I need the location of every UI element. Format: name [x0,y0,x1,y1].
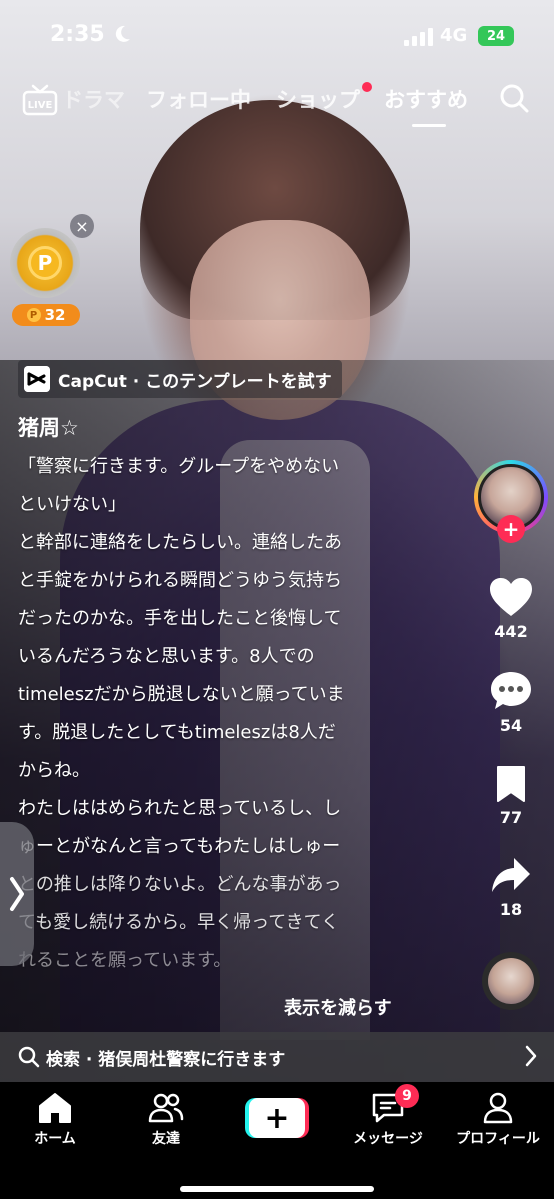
search-icon[interactable] [498,82,530,114]
moon-icon [115,25,130,42]
coin-points: 32 [44,306,66,324]
caption-line: といけない」 [18,494,126,515]
caption-line: す。脱退したとしてもtimeleszは8人だ [18,722,336,743]
points-icon: P [26,308,41,322]
capcut-label: CapCut · このテンプレートを試す [58,371,332,392]
nav-friends[interactable]: 友達 [116,1092,216,1148]
caption-line: わたしははめられたと思っているし、し [18,798,342,819]
chevron-right-icon [10,877,24,911]
create-button[interactable]: + [245,1098,309,1138]
status-time: 2:35 [50,22,105,47]
network-type: 4G [440,25,468,46]
caption-line: れることを願っています。 [18,950,232,971]
share-arrow-icon [492,858,530,892]
nav-home[interactable]: ホーム [5,1092,105,1148]
side-panel-handle[interactable] [0,822,34,966]
caption-line: ても愛し続けるから。早く帰ってきてく [18,912,340,933]
save-count: 77 [499,808,523,827]
friends-icon [148,1093,184,1123]
caption-line: timeleszだから脱退しないと願っていま [18,684,345,705]
like-count: 442 [494,622,528,641]
share-count: 18 [499,900,523,919]
caption-line: と幹部に連絡をしたらしい。連絡したあ [18,532,342,553]
chevron-right-icon [525,1045,537,1067]
tab-drama[interactable]: ドラマ [62,84,125,114]
follow-plus-icon[interactable]: + [497,515,525,543]
signal-icon [404,28,433,46]
like-button[interactable]: 442 [480,576,542,641]
search-icon [18,1046,40,1068]
show-less-button[interactable]: 表示を減らす [284,994,392,1020]
nav-profile[interactable]: プロフィール [448,1092,548,1148]
home-icon [39,1093,71,1123]
battery-level: 24 [486,28,506,44]
status-bar: 2:35 4G 24 [0,0,554,70]
tab-recommended[interactable]: おすすめ [384,84,468,114]
nav-messages-label: メッセージ [353,1131,423,1147]
post-caption[interactable]: 「警察に行きます。グループをやめない といけない」 と幹部に連絡をしたらしい。連… [18,448,408,980]
coin-points-badge: P 32 [12,304,80,326]
music-disc-icon[interactable] [482,952,540,1010]
tab-shop[interactable]: ショップ [276,84,360,114]
nav-messages[interactable]: メッセージ [338,1092,438,1148]
shop-notification-dot [362,82,372,92]
bookmark-icon [497,766,525,802]
caption-line: ゅーとがなんと言ってもわたしはしゅー [18,836,341,857]
battery-icon: 24 [478,26,514,46]
caption-line: と手錠をかけられる瞬間どうゆう気持ち [18,570,342,591]
svg-text:LIVE: LIVE [28,100,53,111]
search-suggestion-bar[interactable]: 検索 · 猪俣周杜警察に行きます [0,1032,554,1082]
search-suggestion-text: 検索 · 猪俣周杜警察に行きます [46,1049,286,1070]
comment-icon [491,672,531,709]
caption-line: との推しは降りないよ。どんな事があっ [18,874,342,895]
active-tab-indicator [412,124,446,127]
comment-button[interactable]: 54 [480,670,542,735]
messages-badge: 9 [395,1084,419,1108]
nav-home-label: ホーム [34,1131,76,1147]
caption-line: からね。 [18,760,90,781]
profile-icon [483,1092,513,1124]
caption-line: いるんだろうなと思います。8人での [18,646,315,667]
home-indicator[interactable] [180,1186,374,1192]
coin-icon: P [28,246,62,280]
nav-friends-label: 友達 [152,1131,180,1147]
coin-close-icon[interactable]: × [70,214,94,238]
capcut-template-chip[interactable]: CapCut · このテンプレートを試す [18,360,342,398]
nav-profile-label: プロフィール [456,1131,540,1147]
comment-count: 54 [499,716,523,735]
top-nav: LIVE ドラマ フォロー中 ショップ おすすめ [0,78,554,128]
post-author[interactable]: 猪周☆ [18,412,79,442]
heart-icon [490,578,532,616]
coin-reward-widget[interactable]: P [10,228,80,298]
capcut-logo-icon [24,366,50,392]
plus-icon: + [249,1098,305,1138]
tab-following[interactable]: フォロー中 [146,84,251,114]
live-icon[interactable]: LIVE [22,84,58,116]
caption-line: だったのかな。手を出したこと後悔して [18,608,342,629]
share-button[interactable]: 18 [480,856,542,919]
caption-line: 「警察に行きます。グループをやめない [18,456,340,477]
bookmark-button[interactable]: 77 [480,764,542,827]
